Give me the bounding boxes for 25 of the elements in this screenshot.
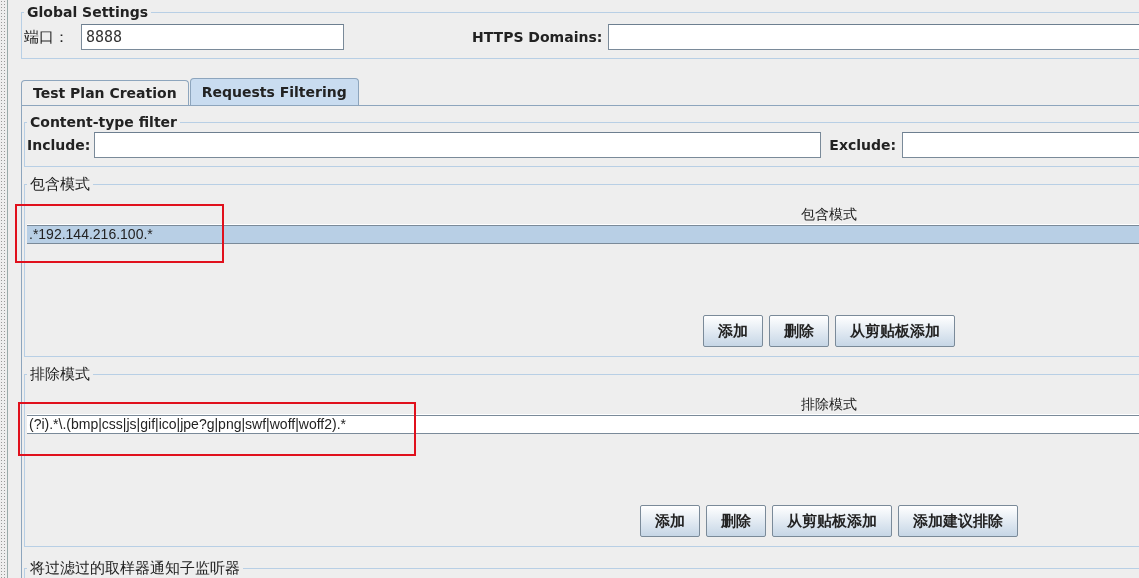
include-label: Include: <box>27 137 91 153</box>
action-button[interactable]: 添加 <box>640 505 700 537</box>
action-button[interactable]: 添加 <box>703 315 763 347</box>
action-button[interactable]: 添加建议排除 <box>898 505 1018 537</box>
table-row[interactable]: .*192.144.216.100.* <box>27 225 1139 244</box>
action-button[interactable]: 删除 <box>706 505 766 537</box>
table-row[interactable]: (?i).*\.(bmp|css|js|gif|ico|jpe?g|png|swf|woff|woff2).* <box>27 415 1139 434</box>
column-header[interactable]: 包含模式 <box>27 204 1139 225</box>
port-label: 端口： <box>24 27 70 47</box>
include-field[interactable] <box>94 132 822 158</box>
exclude-label: Exclude: <box>829 137 897 153</box>
section-title: Global Settings <box>26 4 150 20</box>
https-domains-label: HTTPS Domains: <box>472 29 603 45</box>
column-header[interactable]: 排除模式 <box>27 394 1139 415</box>
port-field[interactable]: 8888 <box>81 24 344 50</box>
section-title: 包含模式 <box>29 175 91 194</box>
section-title: 将过滤过的取样器通知子监听器 <box>29 559 241 578</box>
splitter-handle[interactable] <box>0 0 8 578</box>
action-button[interactable]: 从剪贴板添加 <box>835 315 955 347</box>
action-button[interactable]: 删除 <box>769 315 829 347</box>
action-button[interactable]: 从剪贴板添加 <box>772 505 892 537</box>
tab[interactable]: Requests Filtering <box>189 78 359 105</box>
section-title: Content-type filter <box>29 114 178 130</box>
tab[interactable]: Test Plan Creation <box>21 80 189 105</box>
section-title: 排除模式 <box>29 365 91 384</box>
